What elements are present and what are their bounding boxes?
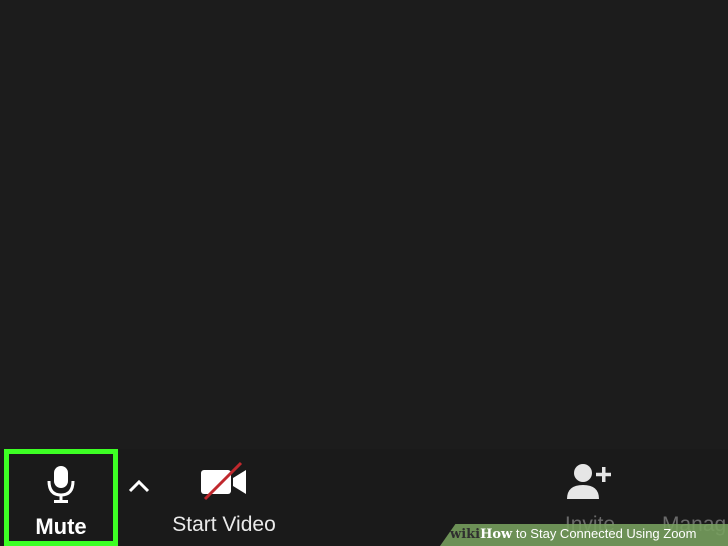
- video-camera-off-icon: [199, 461, 249, 506]
- watermark-brand: wikiHow: [450, 527, 513, 542]
- watermark-title: to Stay Connected Using Zoom: [512, 526, 697, 541]
- audio-options-caret[interactable]: [122, 449, 156, 546]
- mute-label: Mute: [35, 514, 87, 539]
- start-video-label: Start Video: [172, 513, 276, 536]
- video-area: [0, 0, 728, 449]
- add-person-icon: [565, 461, 615, 506]
- chevron-up-icon: [127, 479, 151, 498]
- zoom-meeting-window: Mute Start Video wikiHow to Stay Connect…: [0, 0, 728, 546]
- watermark-text: wikiHow to Stay Connected Using Zoom: [450, 526, 697, 542]
- mute-button[interactable]: Mute: [4, 449, 118, 546]
- start-video-button[interactable]: Start Video: [160, 449, 288, 546]
- microphone-icon: [44, 464, 78, 509]
